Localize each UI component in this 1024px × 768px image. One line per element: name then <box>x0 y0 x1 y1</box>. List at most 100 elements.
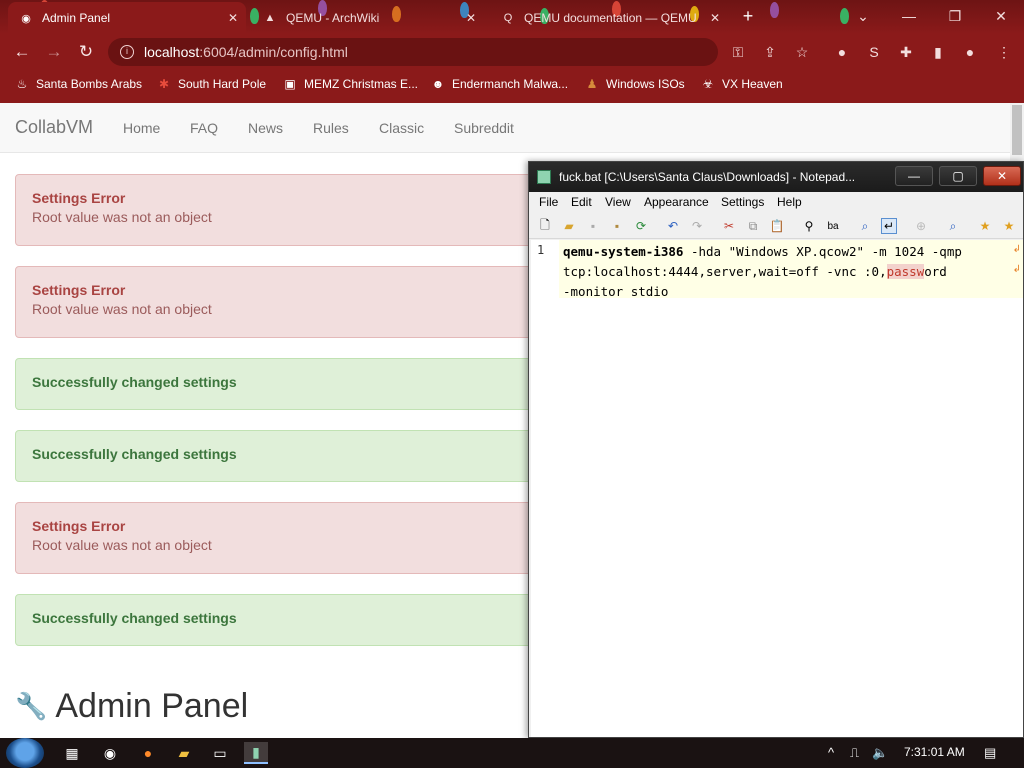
extension-s-icon[interactable]: S <box>864 42 884 62</box>
bookmark-item[interactable]: ☻ Endermanch Malwa... <box>430 75 568 93</box>
notepad-close-button[interactable]: ✕ <box>983 166 1021 186</box>
network-icon[interactable]: ⎍ <box>850 745 859 761</box>
tab-search-icon[interactable]: ⌄ <box>840 0 886 32</box>
redo-icon[interactable]: ↷ <box>689 218 705 234</box>
nav-subreddit[interactable]: Subreddit <box>454 120 514 136</box>
address-bar[interactable]: i localhost:6004/admin/config.html <box>108 38 718 66</box>
extensions-puzzle-icon[interactable]: ✚ <box>896 42 916 62</box>
chrome-icon: ◉ <box>21 12 31 25</box>
bookmark-item[interactable]: ♟ Windows ISOs <box>584 75 685 93</box>
cmd-taskbar-icon[interactable]: ▭ <box>208 742 232 764</box>
save-icon[interactable]: ▪ <box>585 218 601 234</box>
notepad-toolbar: 🗋 ▰ ▪ ▪ ⟳ ↶ ↷ ✂ ⧉ 📋 ⚲ ba ⌕ ↵ ⊕ ⌕ ★ ★ <box>529 213 1023 239</box>
site-navbar: CollabVM Home FAQ News Rules Classic Sub… <box>0 103 1010 153</box>
cut-icon[interactable]: ✂ <box>721 218 737 234</box>
new-tab-button[interactable]: + <box>738 6 758 26</box>
word-wrap-icon[interactable]: ↵ <box>881 218 897 234</box>
key-icon[interactable]: ⚿ <box>728 42 748 62</box>
nav-news[interactable]: News <box>248 120 283 136</box>
chrome-taskbar-icon[interactable]: ◉ <box>98 742 122 764</box>
alert-error: Settings Error Root value was not an obj… <box>15 174 615 246</box>
reload-button[interactable]: ↻ <box>74 40 98 64</box>
minimize-button[interactable]: — <box>886 0 932 32</box>
notepad-maximize-button[interactable]: ▢ <box>939 166 977 186</box>
close-icon[interactable]: ✕ <box>466 11 476 25</box>
favorites-icon[interactable]: ★ <box>977 218 993 234</box>
code-line-2-end: ord <box>924 264 947 279</box>
nav-home[interactable]: Home <box>123 120 160 136</box>
file-explorer-icon[interactable]: ▰ <box>172 742 196 764</box>
notepad-taskbar-icon[interactable]: ▮ <box>244 742 268 764</box>
undo-icon[interactable]: ↶ <box>665 218 681 234</box>
site-brand[interactable]: CollabVM <box>15 117 93 138</box>
task-view-icon[interactable]: ▦ <box>60 742 84 764</box>
back-button[interactable]: ← <box>10 40 34 64</box>
nav-faq[interactable]: FAQ <box>190 120 218 136</box>
close-window-button[interactable]: ✕ <box>978 0 1024 32</box>
menu-help[interactable]: Help <box>777 195 802 209</box>
menu-appearance[interactable]: Appearance <box>644 195 709 209</box>
tab-admin-panel[interactable]: ◉ Admin Panel ✕ <box>8 2 246 34</box>
tab-qemu-documentation[interactable]: Q QEMU documentation — QEMU ✕ <box>490 2 728 34</box>
menu-view[interactable]: View <box>605 195 631 209</box>
close-icon[interactable]: ✕ <box>710 11 720 25</box>
clock[interactable]: 7:31:01 AM <box>904 745 965 759</box>
restore-button[interactable]: ❐ <box>932 0 978 32</box>
copy-icon[interactable]: ⧉ <box>745 218 761 234</box>
open-folder-icon[interactable]: ▰ <box>561 218 577 234</box>
menu-settings[interactable]: Settings <box>721 195 764 209</box>
flag-extension-icon[interactable]: ● <box>832 42 852 62</box>
add-favorite-icon[interactable]: ★ <box>1001 218 1017 234</box>
site-info-icon[interactable]: i <box>120 45 134 59</box>
menu-file[interactable]: File <box>539 195 558 209</box>
code-line-3: -monitor stdio <box>563 284 669 299</box>
new-file-icon[interactable]: 🗋 <box>537 218 553 234</box>
taskbar: ▦ ◉ ● ▰ ▭ ▮ ^ ⎍ 🔈 7:31:01 AM ▤ <box>0 738 1024 768</box>
wrap-indicator-icon: ↲ <box>1012 264 1021 275</box>
archwiki-icon: ▲ <box>264 12 276 24</box>
bookmark-item[interactable]: ☣ VX Heaven <box>700 75 783 93</box>
share-icon[interactable]: ⇪ <box>760 42 780 62</box>
fire-icon: ♨ <box>16 77 28 91</box>
bookmark-label: South Hard Pole <box>178 77 267 91</box>
profile-avatar-icon[interactable]: ● <box>960 42 980 62</box>
raccoon-icon: ☻ <box>431 77 445 91</box>
code-command: qemu-system-i386 <box>563 244 684 259</box>
side-panel-icon[interactable]: ▮ <box>928 42 948 62</box>
alert-title: Successfully changed settings <box>32 446 237 462</box>
save-as-icon[interactable]: ▪ <box>609 218 625 234</box>
tab-qemu-archwiki[interactable]: ▲ QEMU - ArchWiki ✕ <box>252 2 484 34</box>
action-center-icon[interactable]: ▤ <box>984 745 996 761</box>
code-text[interactable]: qemu-system-i386 -hda "Windows XP.qcow2"… <box>563 242 1008 302</box>
menu-kebab-icon[interactable]: ⋮ <box>994 42 1014 62</box>
bookmark-label: VX Heaven <box>722 77 783 91</box>
close-icon[interactable]: ✕ <box>228 11 238 25</box>
bookmarks-bar: ♨ Santa Bombs Arabs ✱ South Hard Pole ▣ … <box>0 70 1024 98</box>
window-icon: ▣ <box>284 77 296 91</box>
reload-file-icon[interactable]: ⟳ <box>633 218 649 234</box>
forward-button[interactable]: → <box>42 40 66 64</box>
page-title: 🔧 Admin Panel <box>15 687 248 726</box>
editor-area[interactable]: 1 qemu-system-i386 -hda "Windows XP.qcow… <box>531 240 1023 737</box>
star-icon[interactable]: ☆ <box>792 42 812 62</box>
zoom-out-icon[interactable]: ⌕ <box>945 218 961 234</box>
replace-icon[interactable]: ba <box>825 218 841 234</box>
bookmark-item[interactable]: ♨ Santa Bombs Arabs <box>14 75 142 93</box>
menu-edit[interactable]: Edit <box>571 195 592 209</box>
tray-overflow-icon[interactable]: ^ <box>828 745 834 760</box>
nav-classic[interactable]: Classic <box>379 120 424 136</box>
start-button[interactable] <box>6 738 44 768</box>
nav-rules[interactable]: Rules <box>313 120 349 136</box>
paste-icon[interactable]: 📋 <box>769 218 785 234</box>
code-line-1: -hda "Windows XP.qcow2" -m 1024 -qmp <box>683 244 962 259</box>
bookmark-item[interactable]: ▣ MEMZ Christmas E... <box>282 75 418 93</box>
alert-message: Root value was not an object <box>32 537 212 553</box>
goto-icon[interactable]: ⌕ <box>857 218 873 234</box>
bookmark-item[interactable]: ✱ South Hard Pole <box>156 75 266 93</box>
zoom-in-icon[interactable]: ⊕ <box>913 218 929 234</box>
notepad-minimize-button[interactable]: — <box>895 166 933 186</box>
firefox-taskbar-icon[interactable]: ● <box>136 742 160 764</box>
volume-icon[interactable]: 🔈 <box>872 745 888 761</box>
find-icon[interactable]: ⚲ <box>801 218 817 234</box>
scrollbar-thumb[interactable] <box>1012 105 1022 155</box>
